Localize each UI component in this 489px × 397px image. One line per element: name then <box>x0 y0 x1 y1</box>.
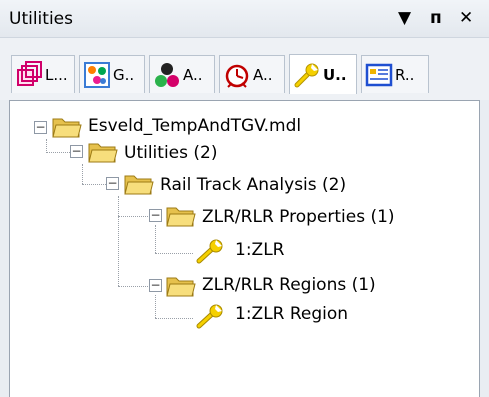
tree-connector <box>155 253 193 254</box>
tab-layers[interactable]: L... <box>11 55 75 93</box>
tab-results[interactable]: R.. <box>361 55 429 93</box>
assemblies-icon <box>155 62 179 87</box>
tab-label: U.. <box>323 65 347 84</box>
wrench-icon <box>196 239 223 264</box>
tree-connector <box>82 164 83 184</box>
tree-node-zlr-region-item[interactable]: 1:ZLR Region <box>235 304 348 324</box>
folder-open-icon <box>88 143 118 163</box>
clock-icon <box>225 64 249 88</box>
tab-bar: L... G.. A.. A.. U.. R.. <box>0 38 489 100</box>
tree-node-zlr-rlr-regions[interactable]: ZLR/RLR Regions (1) <box>202 275 376 295</box>
tab-analysis[interactable]: A.. <box>219 55 285 93</box>
tree-connector <box>118 286 150 287</box>
collapse-toggle[interactable]: − <box>70 145 83 158</box>
folder-open-icon <box>166 277 196 297</box>
folder-open-icon <box>52 118 82 138</box>
panel-titlebar: Utilities ▼ ᴨ ✕ <box>0 0 489 38</box>
pin-button[interactable]: ᴨ <box>430 8 442 28</box>
collapse-toggle[interactable]: − <box>106 177 119 190</box>
tree-connector <box>46 139 47 151</box>
tab-assemblies[interactable]: A.. <box>149 55 215 93</box>
tree-node-rail-track-analysis[interactable]: Rail Track Analysis (2) <box>160 175 346 195</box>
tab-utilities[interactable]: U.. <box>289 54 357 94</box>
collapse-toggle[interactable]: − <box>34 121 47 134</box>
folder-open-icon <box>166 207 196 227</box>
wrench-icon <box>196 304 223 329</box>
collapse-toggle[interactable]: − <box>149 279 162 292</box>
tree-connector <box>155 295 156 318</box>
results-icon <box>365 63 393 86</box>
panel-title: Utilities <box>9 9 73 29</box>
tab-label: R.. <box>395 65 415 84</box>
dropdown-menu-button[interactable]: ▼ <box>398 8 411 28</box>
folder-open-icon <box>124 175 154 195</box>
close-button[interactable]: ✕ <box>459 8 473 28</box>
tree-connector <box>155 225 156 253</box>
tree-node-model[interactable]: Esveld_TempAndTGV.mdl <box>88 116 301 136</box>
tree-connector <box>118 196 119 286</box>
tab-label: G.. <box>113 65 135 84</box>
utilities-tree: − Esveld_TempAndTGV.mdl − Utilities (2) … <box>9 100 480 397</box>
tab-label: A.. <box>183 65 203 84</box>
tree-connector <box>118 216 150 217</box>
tab-groups[interactable]: G.. <box>79 55 145 93</box>
tree-node-utilities[interactable]: Utilities (2) <box>124 143 217 163</box>
groups-icon <box>84 61 110 88</box>
tree-connector <box>155 318 193 319</box>
tab-label: L... <box>45 65 68 84</box>
wrench-icon <box>294 63 319 87</box>
layers-icon <box>17 60 42 86</box>
tab-label: A.. <box>253 65 273 84</box>
tree-node-zlr-rlr-properties[interactable]: ZLR/RLR Properties (1) <box>202 207 395 227</box>
collapse-toggle[interactable]: − <box>149 209 162 222</box>
tree-node-zlr-item[interactable]: 1:ZLR <box>235 240 284 260</box>
